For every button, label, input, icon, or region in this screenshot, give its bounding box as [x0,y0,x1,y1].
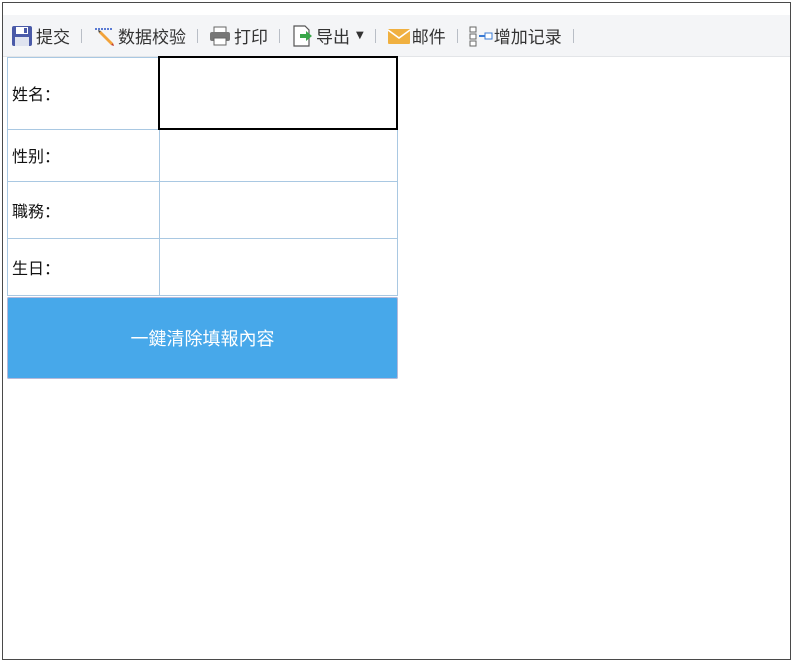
mail-icon [387,25,411,47]
table-row: 職務： [7,181,398,239]
mail-label: 邮件 [411,28,446,48]
save-icon [11,25,33,47]
export-icon [291,24,313,47]
export-label: 导出 [316,28,350,48]
form-area: 姓名： 性别： 職務： 生日： [7,56,398,296]
job-input[interactable] [159,182,397,238]
birth-label: 生日： [7,238,160,296]
toolbar-separator [279,28,280,43]
name-label: 姓名： [7,56,160,130]
add-record-button[interactable]: 增加记录 [467,21,564,51]
fill-form-table: 姓名： 性别： 職務： 生日： [7,56,398,296]
pencil-check-icon [93,25,115,47]
toolbar-separator [374,28,376,43]
gender-label: 性别： [7,128,160,182]
submit-button[interactable]: 提交 [9,21,72,51]
export-button[interactable]: 导出 ▼ [289,21,366,51]
gender-field[interactable] [158,128,398,182]
clear-content-button[interactable]: 一鍵清除填報內容 [7,297,398,379]
print-label: 打印 [234,28,268,48]
chevron-down-icon: ▼ [356,30,364,41]
gender-input[interactable] [159,130,397,181]
table-row: 性别： [7,128,398,182]
print-button[interactable]: 打印 [207,21,270,51]
job-field[interactable] [158,181,398,239]
job-label: 職務： [7,181,160,239]
name-field[interactable] [158,56,398,130]
toolbar-separator [572,28,574,43]
table-row: 生日： [7,238,398,296]
birth-input[interactable] [159,239,397,295]
name-input[interactable] [160,58,396,128]
birth-field[interactable] [158,238,398,296]
validate-button[interactable]: 数据校验 [91,21,188,51]
mail-button[interactable]: 邮件 [385,21,448,51]
toolbar-separator [81,28,82,43]
printer-icon [209,25,231,47]
report-frame: 提交 数据校验 打印 导出 ▼ 邮件 增加记录 姓名： 性别： 職務： 生日： … [2,2,791,660]
add-record-icon [469,25,493,47]
submit-label: 提交 [36,28,70,48]
validate-label: 数据校验 [118,28,186,48]
add-record-label: 增加记录 [493,28,562,48]
top-strip [3,3,790,15]
toolbar-separator [197,28,198,43]
toolbar: 提交 数据校验 打印 导出 ▼ 邮件 增加记录 [3,15,790,57]
table-row: 姓名： [7,56,398,130]
toolbar-separator [456,28,458,43]
